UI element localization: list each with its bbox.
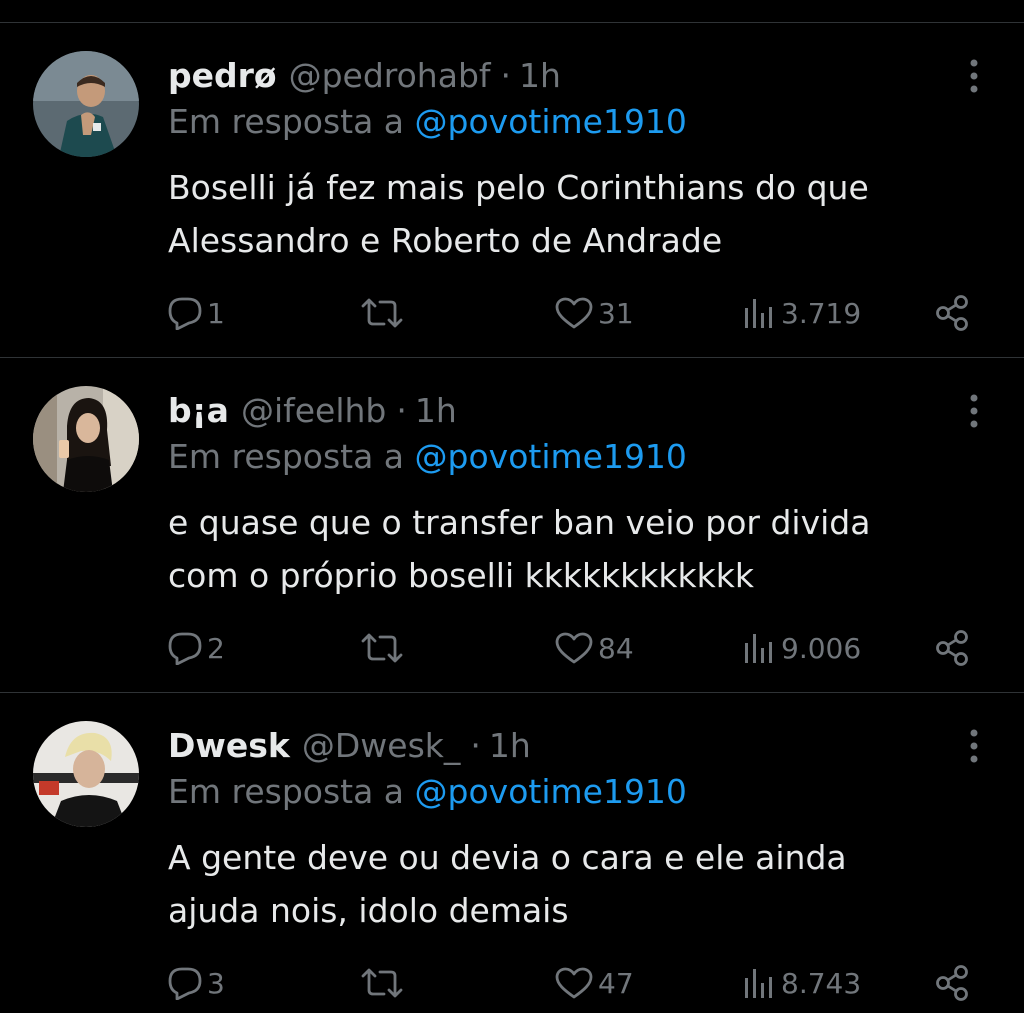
display-name[interactable]: Dwesk (168, 726, 290, 765)
tweet-text: e quase que o transfer ban veio por divi… (168, 496, 988, 602)
more-vertical-icon (970, 729, 978, 763)
views-icon (745, 299, 772, 328)
avatar-image (33, 721, 139, 827)
avatar-image (33, 386, 139, 492)
more-options-button[interactable] (970, 729, 978, 763)
share-icon (936, 630, 968, 666)
reply-prefix: Em resposta a (168, 772, 415, 811)
retweet-icon (361, 968, 403, 998)
display-name[interactable]: b¡a (168, 391, 229, 430)
views-button[interactable]: 8.743 (743, 958, 861, 1008)
reply-button[interactable]: 3 (167, 958, 225, 1008)
tweet-header: b¡a @ifeelhb · 1h (168, 386, 457, 434)
more-vertical-icon (970, 59, 978, 93)
retweet-button[interactable] (359, 623, 405, 673)
tweet[interactable]: Dwesk @Dwesk_ · 1h Em resposta a @povoti… (0, 693, 1024, 1013)
heart-icon (555, 967, 593, 999)
tweet-header: Dwesk @Dwesk_ · 1h (168, 721, 531, 769)
reply-mention-link[interactable]: @povotime1910 (415, 772, 687, 811)
user-handle[interactable]: @ifeelhb (241, 391, 386, 430)
separator-dot: · (396, 390, 407, 430)
views-icon (745, 634, 772, 663)
views-icon (745, 969, 772, 998)
like-button[interactable]: 84 (554, 623, 634, 673)
user-handle[interactable]: @pedrohabf (289, 56, 491, 95)
action-bar: 3 47 8.743 (0, 958, 1024, 1008)
reply-prefix: Em resposta a (168, 102, 415, 141)
tweet[interactable]: b¡a @ifeelhb · 1h Em resposta a @povotim… (0, 358, 1024, 693)
reply-prefix: Em resposta a (168, 437, 415, 476)
tweet-text-line: e quase que o transfer ban veio por divi… (168, 503, 871, 542)
tweet-text-line: Boselli já fez mais pelo Corinthians do … (168, 168, 869, 207)
tweet-text-line: ajuda nois, idolo demais (168, 891, 569, 930)
reply-icon (168, 297, 202, 330)
timestamp[interactable]: 1h (519, 56, 561, 95)
tweet[interactable]: pedrø @pedrohabf · 1h Em resposta a @pov… (0, 23, 1024, 358)
like-count: 47 (598, 966, 634, 1000)
separator-dot: · (470, 725, 481, 765)
share-icon (936, 965, 968, 1001)
reply-mention-link[interactable]: @povotime1910 (415, 437, 687, 476)
tweet-text-line: Alessandro e Roberto de Andrade (168, 221, 723, 260)
retweet-button[interactable] (359, 958, 405, 1008)
reply-count: 2 (207, 631, 225, 665)
reply-count: 1 (207, 296, 225, 330)
like-count: 31 (598, 296, 634, 330)
retweet-button[interactable] (359, 288, 405, 338)
heart-icon (555, 632, 593, 664)
view-count: 9.006 (781, 631, 862, 665)
avatar-image (33, 51, 139, 157)
tweet-text-line: com o próprio boselli kkkkkkkkkkkk (168, 556, 754, 595)
tweet-text: Boselli já fez mais pelo Corinthians do … (168, 161, 988, 267)
reply-context: Em resposta a @povotime1910 (168, 437, 687, 476)
reply-icon (168, 632, 202, 665)
views-button[interactable]: 9.006 (743, 623, 861, 673)
avatar[interactable] (33, 386, 139, 492)
share-button[interactable] (934, 288, 970, 338)
timeline-feed: pedrø @pedrohabf · 1h Em resposta a @pov… (0, 0, 1024, 1013)
action-bar: 2 84 9.006 (0, 623, 1024, 673)
reply-count: 3 (207, 966, 225, 1000)
retweet-icon (361, 298, 403, 328)
tweet-text-line: A gente deve ou devia o cara e ele ainda (168, 838, 847, 877)
avatar[interactable] (33, 721, 139, 827)
retweet-icon (361, 633, 403, 663)
reply-button[interactable]: 1 (167, 288, 225, 338)
timestamp[interactable]: 1h (489, 726, 531, 765)
like-button[interactable]: 47 (554, 958, 634, 1008)
more-options-button[interactable] (970, 59, 978, 93)
view-count: 3.719 (781, 296, 862, 330)
tweet-text: A gente deve ou devia o cara e ele ainda… (168, 831, 988, 937)
like-button[interactable]: 31 (554, 288, 634, 338)
reply-button[interactable]: 2 (167, 623, 225, 673)
reply-context: Em resposta a @povotime1910 (168, 772, 687, 811)
like-count: 84 (598, 631, 634, 665)
share-button[interactable] (934, 958, 970, 1008)
avatar[interactable] (33, 51, 139, 157)
more-options-button[interactable] (970, 394, 978, 428)
user-handle[interactable]: @Dwesk_ (302, 726, 461, 765)
tweet-header: pedrø @pedrohabf · 1h (168, 51, 561, 99)
separator-dot: · (500, 55, 512, 95)
view-count: 8.743 (781, 966, 862, 1000)
share-button[interactable] (934, 623, 970, 673)
heart-icon (555, 297, 593, 329)
reply-icon (168, 967, 202, 1000)
views-button[interactable]: 3.719 (743, 288, 861, 338)
reply-context: Em resposta a @povotime1910 (168, 102, 687, 141)
share-icon (936, 295, 968, 331)
timestamp[interactable]: 1h (415, 391, 457, 430)
reply-mention-link[interactable]: @povotime1910 (415, 102, 687, 141)
display-name[interactable]: pedrø (168, 56, 277, 95)
action-bar: 1 31 3.719 (0, 288, 1024, 338)
more-vertical-icon (970, 394, 978, 428)
